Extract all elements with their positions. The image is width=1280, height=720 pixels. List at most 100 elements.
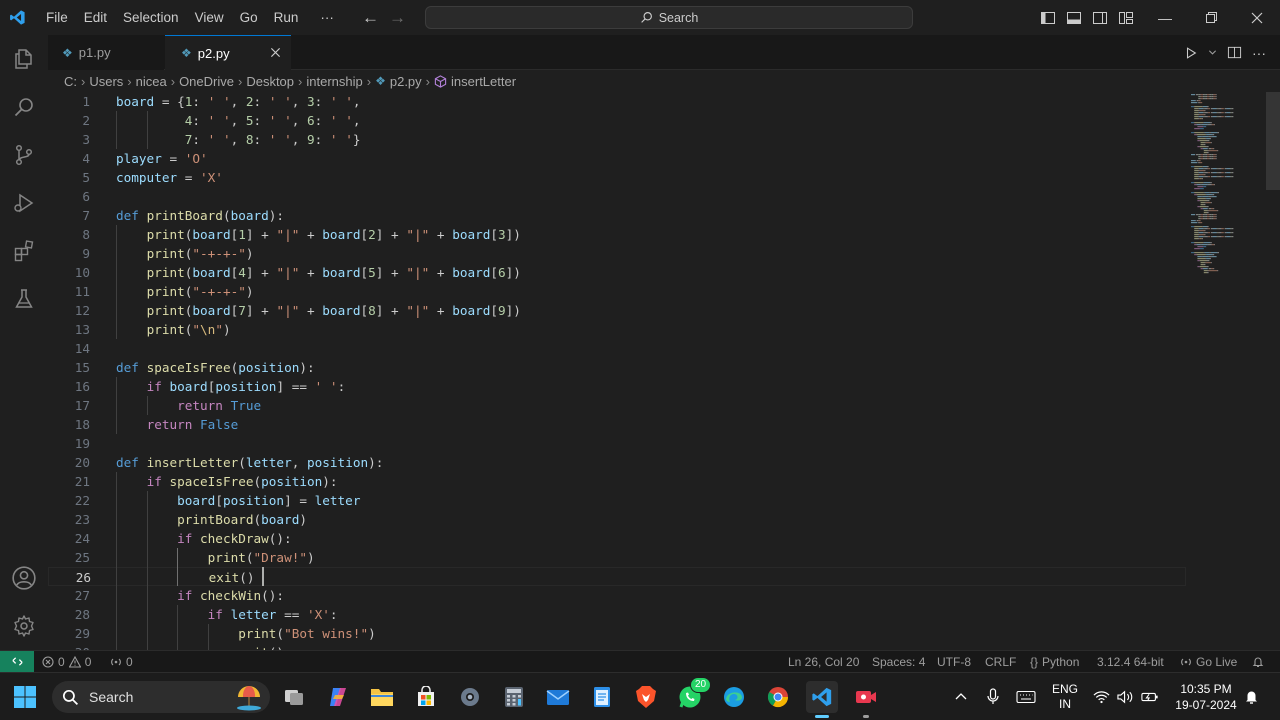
source-control-icon[interactable] [0, 131, 48, 179]
code-line[interactable]: 3 7: ' ', 8: ' ', 9: ' '} [48, 130, 1186, 149]
customize-layout-icon[interactable] [1118, 10, 1134, 26]
file-explorer-icon[interactable] [366, 681, 398, 713]
code-line[interactable]: 10 print(board[4] + "|" + board[5] + "|"… [48, 263, 1186, 282]
menu-run[interactable]: Run [266, 0, 307, 35]
menu-view[interactable]: View [187, 0, 232, 35]
code-line[interactable]: 15 def spaceIsFree(position): [48, 358, 1186, 377]
back-arrow-icon[interactable]: ← [362, 8, 379, 28]
code-line[interactable]: 12 print(board[7] + "|" + board[8] + "|"… [48, 301, 1186, 320]
notepad-icon[interactable] [586, 681, 618, 713]
minimize-icon[interactable]: — [1142, 0, 1188, 35]
line-ending[interactable]: CRLF [985, 651, 1016, 672]
copilot-icon[interactable] [322, 681, 354, 713]
encoding[interactable]: UTF-8 [937, 651, 971, 672]
battery-charging-icon[interactable] [1141, 673, 1159, 720]
code-line[interactable]: 25 print("Draw!") [48, 548, 1186, 567]
whatsapp-icon[interactable]: 20 [674, 677, 712, 713]
code-line[interactable]: 28 if letter == 'X': [48, 605, 1186, 624]
run-python-file-icon[interactable] [1184, 46, 1198, 60]
code-line[interactable]: 7 def printBoard(board): [48, 206, 1186, 225]
editor-scrollbar-thumb[interactable] [1266, 92, 1280, 190]
toggle-secondary-sidebar-icon[interactable] [1092, 10, 1108, 26]
menu-selection[interactable]: Selection [115, 0, 187, 35]
close-window-icon[interactable] [1234, 0, 1280, 35]
code-line[interactable]: 13 print("\n") [48, 320, 1186, 339]
edge-browser-icon[interactable] [718, 681, 750, 713]
run-dropdown-chevron-icon[interactable] [1208, 48, 1217, 57]
testing-flask-icon[interactable] [0, 275, 48, 323]
code-line[interactable]: 19 [48, 434, 1186, 453]
code-line[interactable]: 23 printBoard(board) [48, 510, 1186, 529]
extensions-icon[interactable] [0, 227, 48, 275]
calculator-icon[interactable] [498, 681, 530, 713]
code-line[interactable]: 8 print(board[1] + "|" + board[2] + "|" … [48, 225, 1186, 244]
code-line[interactable]: 20 def insertLetter(letter, position): [48, 453, 1186, 472]
close-tab-icon[interactable] [270, 46, 281, 61]
run-debug-icon[interactable] [0, 179, 48, 227]
windows-start-icon[interactable] [9, 681, 41, 713]
menu-file[interactable]: File [38, 0, 76, 35]
microsoft-store-icon[interactable] [410, 681, 442, 713]
code-line[interactable]: 17 return True [48, 396, 1186, 415]
python-interpreter[interactable]: 3.12.4 64-bit [1097, 651, 1164, 672]
tab-p2-py[interactable]: ❖ p2.py [165, 35, 291, 70]
minimap[interactable] [1186, 92, 1266, 650]
code-line[interactable]: 6 [48, 187, 1186, 206]
code-line[interactable]: 24 if checkDraw(): [48, 529, 1186, 548]
search-sidebar-icon[interactable] [0, 83, 48, 131]
vscode-taskbar-icon[interactable] [806, 681, 838, 718]
indentation[interactable]: Spaces: 4 [872, 651, 925, 672]
breadcrumb-item[interactable]: p2.py [390, 74, 422, 89]
code-line[interactable]: 14 [48, 339, 1186, 358]
brave-browser-icon[interactable] [630, 681, 662, 713]
menu-more[interactable]: ··· [306, 0, 342, 35]
code-line[interactable]: 1 board = {1: ' ', 2: ' ', 3: ' ', [48, 92, 1186, 111]
breadcrumb-item[interactable]: insertLetter [451, 74, 516, 89]
notification-bell-icon[interactable] [1244, 673, 1259, 720]
restore-icon[interactable] [1188, 0, 1234, 35]
ports-indicator[interactable]: 0 [110, 651, 133, 672]
notifications-bell-icon[interactable] [1252, 651, 1264, 672]
menu-go[interactable]: Go [232, 0, 266, 35]
settings-gear-icon[interactable] [0, 602, 48, 650]
toggle-primary-sidebar-icon[interactable] [1040, 10, 1056, 26]
explorer-icon[interactable] [0, 35, 48, 83]
microphone-icon[interactable] [986, 673, 1000, 720]
language-mode[interactable]: {} Python [1030, 651, 1079, 672]
menu-edit[interactable]: Edit [76, 0, 115, 35]
command-center-search[interactable]: Search [425, 6, 913, 29]
show-hidden-icons-chevron-icon[interactable] [954, 673, 968, 720]
volume-icon[interactable] [1117, 673, 1134, 720]
go-live-button[interactable]: Go Live [1180, 651, 1237, 672]
code-line[interactable]: 5 computer = 'X' [48, 168, 1186, 187]
clock[interactable]: 10:35 PM 19-07-2024 [1172, 673, 1240, 720]
code-editor[interactable]: 1 board = {1: ' ', 2: ' ', 3: ' ', 2 4: ' … [48, 92, 1280, 650]
mail-icon[interactable] [542, 681, 574, 713]
split-editor-icon[interactable] [1227, 45, 1242, 60]
breadcrumb-item[interactable]: OneDrive [179, 74, 234, 89]
code-line[interactable]: 27 if checkWin(): [48, 586, 1186, 605]
code-line[interactable]: 26 exit() [48, 567, 1186, 586]
chrome-browser-icon[interactable] [762, 681, 794, 713]
code-line[interactable]: 16 if board[position] == ' ': [48, 377, 1186, 396]
code-line[interactable]: 9 print("-+-+-") [48, 244, 1186, 263]
keyboard-icon[interactable] [1016, 673, 1036, 720]
code-line[interactable]: 22 board[position] = letter [48, 491, 1186, 510]
code-line[interactable]: 21 if spaceIsFree(position): [48, 472, 1186, 491]
code-line[interactable]: 11 print("-+-+-") [48, 282, 1186, 301]
breadcrumb-item[interactable]: Desktop [246, 74, 294, 89]
breadcrumb-item[interactable]: nicea [136, 74, 167, 89]
breadcrumb-item[interactable]: internship [306, 74, 362, 89]
settings-app-icon[interactable] [454, 681, 486, 713]
code-line[interactable]: 18 return False [48, 415, 1186, 434]
problems-indicator[interactable]: 0 0 [42, 651, 91, 672]
task-view-icon[interactable] [278, 681, 310, 713]
breadcrumb-item[interactable]: Users [89, 74, 123, 89]
toggle-panel-icon[interactable] [1066, 10, 1082, 26]
tab-p1-py[interactable]: ❖ p1.py [48, 35, 164, 70]
taskbar-search-box[interactable]: Search [52, 681, 270, 713]
code-line[interactable]: 29 print("Bot wins!") [48, 624, 1186, 643]
code-line[interactable]: 2 4: ' ', 5: ' ', 6: ' ', [48, 111, 1186, 130]
forward-arrow-icon[interactable]: → [389, 8, 406, 28]
cursor-position[interactable]: Ln 26, Col 20 [788, 651, 859, 672]
